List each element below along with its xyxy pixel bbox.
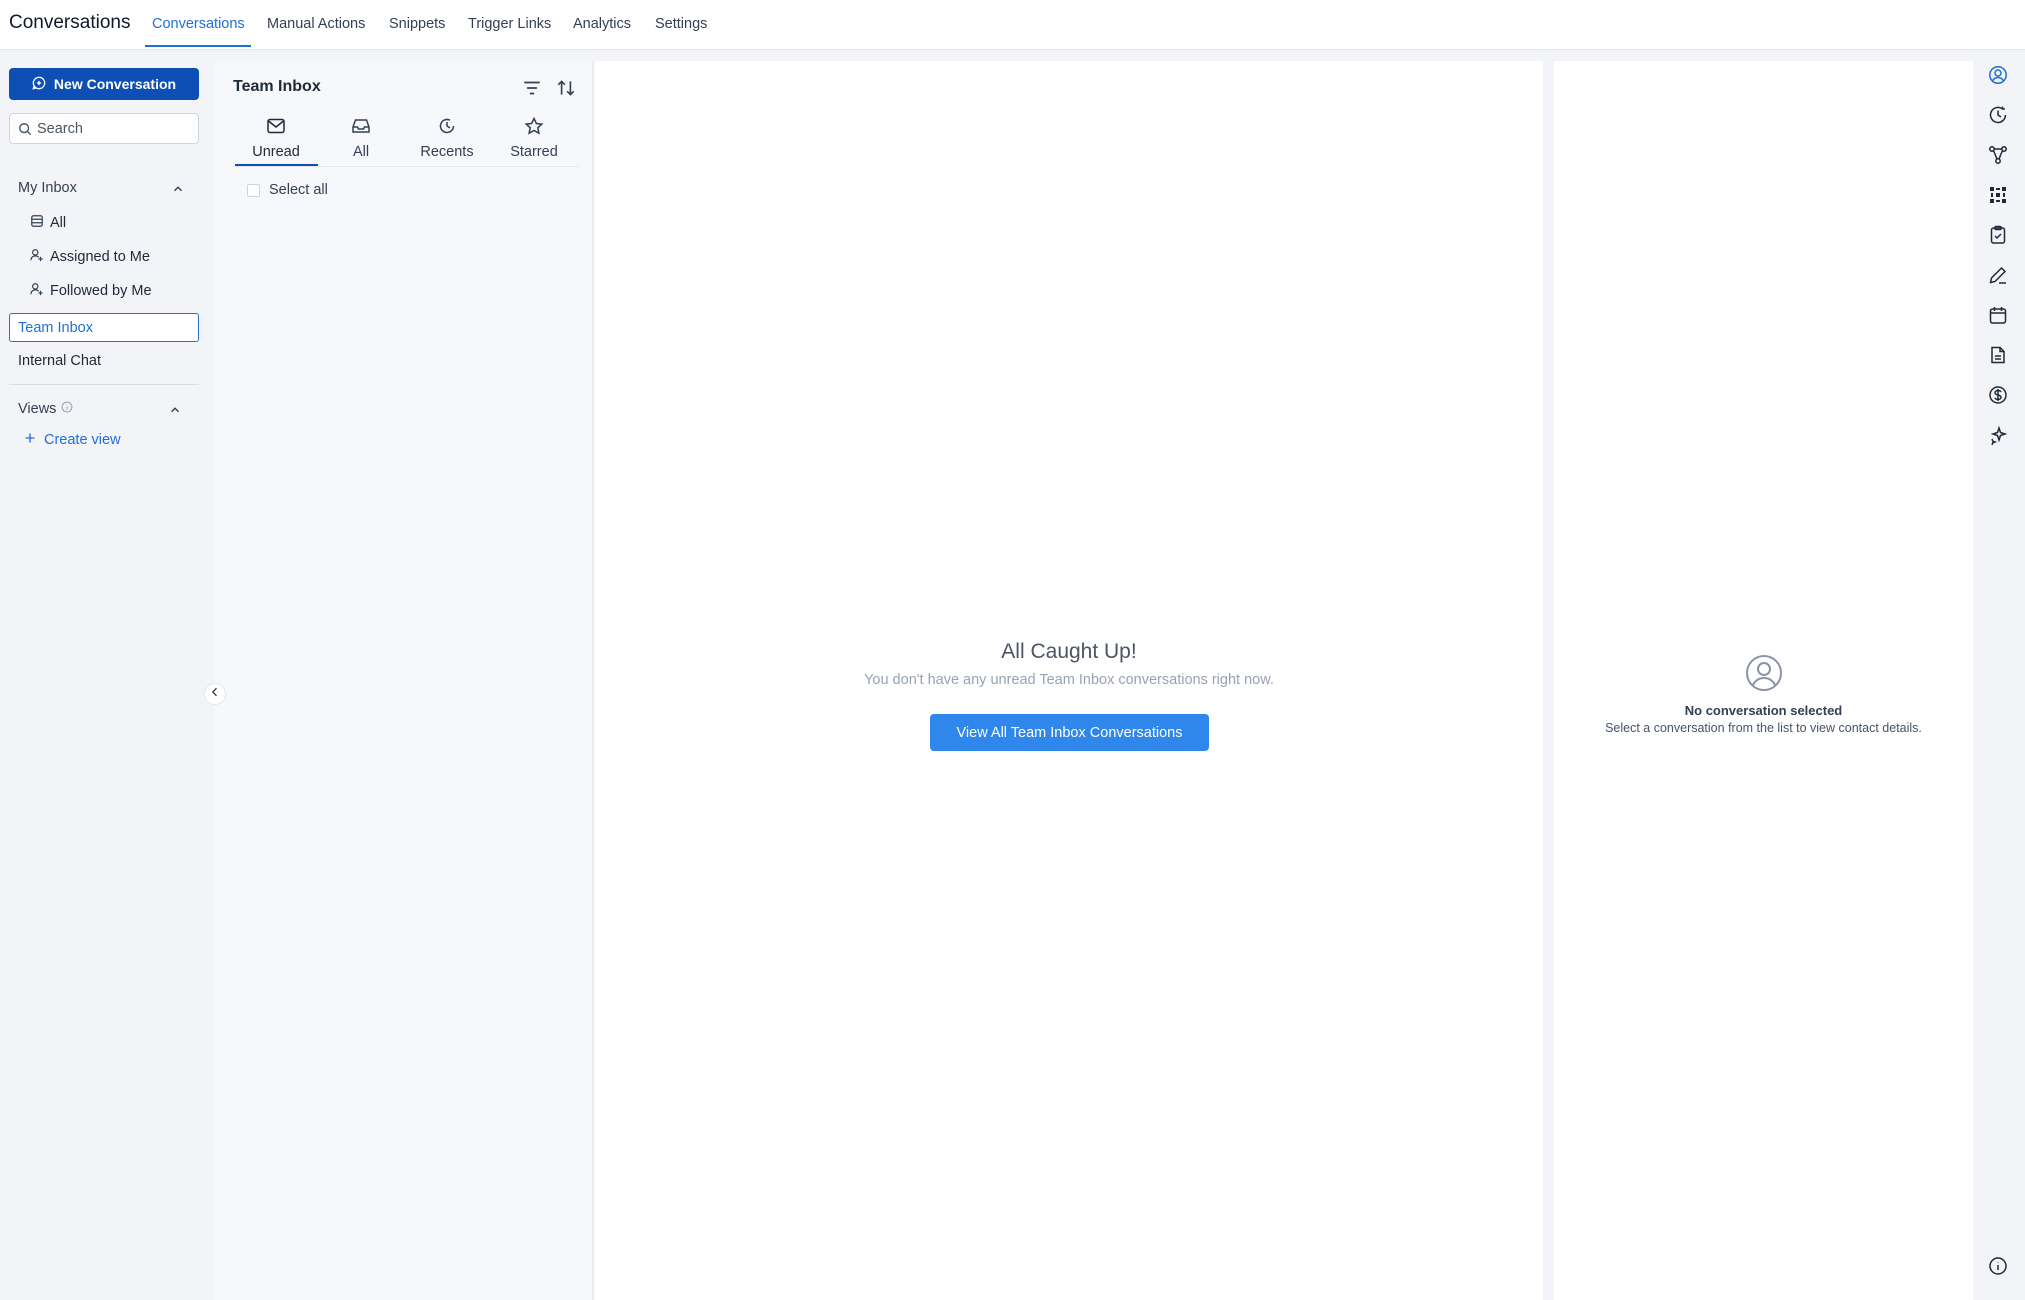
- sidebar-item-followed-by-me[interactable]: Followed by Me: [30, 282, 152, 300]
- top-bar: Conversations Conversations Manual Actio…: [0, 0, 2025, 50]
- create-view-label: Create view: [44, 432, 121, 448]
- table-icon: [30, 214, 44, 232]
- user-circle-icon: [1744, 653, 1784, 698]
- conversation-view-panel: All Caught Up! You don't have any unread…: [595, 61, 1543, 1300]
- plus-icon: [24, 432, 36, 448]
- app-title: Conversations: [9, 12, 131, 33]
- sidebar-item-all[interactable]: All: [30, 214, 66, 232]
- chevron-up-icon[interactable]: [168, 403, 182, 422]
- user-circle-icon[interactable]: [1980, 65, 2016, 85]
- new-conversation-label: New Conversation: [53, 76, 177, 92]
- tab-label: Unread: [252, 144, 300, 160]
- select-all-checkbox[interactable]: [247, 183, 260, 197]
- chevron-left-icon: [209, 685, 221, 703]
- mail-icon: [266, 117, 286, 139]
- chat-plus-icon: [32, 76, 46, 93]
- workflow-icon[interactable]: [1980, 145, 2016, 165]
- tab-trigger-links[interactable]: Trigger Links: [468, 16, 551, 32]
- select-all-label: Select all: [269, 182, 328, 198]
- empty-state-title: All Caught Up!: [1001, 640, 1137, 663]
- tab-starred[interactable]: Starred: [492, 116, 576, 160]
- tab-analytics[interactable]: Analytics: [573, 16, 631, 32]
- tab-snippets[interactable]: Snippets: [389, 16, 445, 32]
- search-box[interactable]: [9, 113, 199, 144]
- active-tab-indicator: [235, 164, 318, 166]
- collapse-sidebar-button[interactable]: [204, 683, 226, 705]
- tab-recents[interactable]: Recents: [405, 117, 489, 160]
- search-input[interactable]: [37, 119, 192, 139]
- tab-label: Starred: [510, 144, 558, 160]
- payments-icon[interactable]: [1980, 385, 2016, 405]
- empty-state-subtitle: You don't have any unread Team Inbox con…: [864, 672, 1274, 688]
- sort-icon[interactable]: [555, 77, 577, 104]
- new-conversation-button[interactable]: New Conversation: [9, 68, 199, 100]
- sidebar-divider: [9, 384, 199, 385]
- no-conversation-subtitle: Select a conversation from the list to v…: [1605, 721, 1922, 735]
- my-inbox-heading[interactable]: My Inbox: [18, 180, 77, 196]
- tabs-divider: [233, 166, 579, 167]
- sidebar-item-label: Assigned to Me: [50, 249, 150, 265]
- tab-conversations[interactable]: Conversations: [152, 16, 245, 32]
- user-plus-icon: [30, 282, 44, 300]
- chevron-up-icon[interactable]: [171, 182, 185, 201]
- sidebar-item-assigned-to-me[interactable]: Assigned to Me: [30, 248, 150, 266]
- clock-icon: [437, 117, 457, 139]
- right-rail: [1980, 51, 2025, 1300]
- sidebar-item-label: Followed by Me: [50, 283, 152, 299]
- integrations-icon[interactable]: [1980, 185, 2016, 205]
- user-plus-icon: [30, 248, 44, 266]
- documents-icon[interactable]: [1980, 345, 2016, 365]
- select-all-row[interactable]: Select all: [247, 182, 328, 198]
- tab-manual-actions[interactable]: Manual Actions: [267, 16, 365, 32]
- contact-details-panel: No conversation selected Select a conver…: [1554, 61, 1973, 1300]
- create-view-link[interactable]: Create view: [24, 432, 121, 448]
- calendar-icon[interactable]: [1980, 305, 2016, 325]
- active-tab-indicator: [145, 45, 251, 47]
- list-title: Team Inbox: [233, 78, 321, 95]
- star-icon: [524, 116, 544, 139]
- tab-all[interactable]: All: [319, 117, 403, 160]
- search-icon: [18, 122, 32, 141]
- view-all-conversations-button[interactable]: View All Team Inbox Conversations: [930, 714, 1209, 751]
- history-icon[interactable]: [1980, 105, 2016, 125]
- sidebar: [0, 51, 210, 1300]
- notes-icon[interactable]: [1980, 265, 2016, 285]
- filter-icon[interactable]: [521, 77, 543, 104]
- views-heading[interactable]: Views: [18, 401, 73, 417]
- views-label: Views: [18, 401, 57, 417]
- tab-label: All: [352, 144, 370, 160]
- tasks-icon[interactable]: [1980, 225, 2016, 245]
- sidebar-item-team-inbox[interactable]: Team Inbox: [9, 313, 199, 342]
- conversation-list-panel: Team Inbox Unread All Recents Starred Se…: [215, 61, 593, 1300]
- tab-unread[interactable]: Unread: [234, 117, 318, 160]
- no-conversation-title: No conversation selected: [1684, 703, 1843, 718]
- inbox-icon: [351, 117, 371, 139]
- sidebar-item-internal-chat[interactable]: Internal Chat: [18, 353, 101, 369]
- tab-settings[interactable]: Settings: [655, 16, 707, 32]
- info-icon: [61, 401, 73, 417]
- info-icon[interactable]: [1980, 1256, 2016, 1276]
- tab-label: Recents: [420, 144, 474, 160]
- sidebar-item-label: All: [50, 215, 67, 231]
- ai-sparkles-icon[interactable]: [1980, 425, 2016, 445]
